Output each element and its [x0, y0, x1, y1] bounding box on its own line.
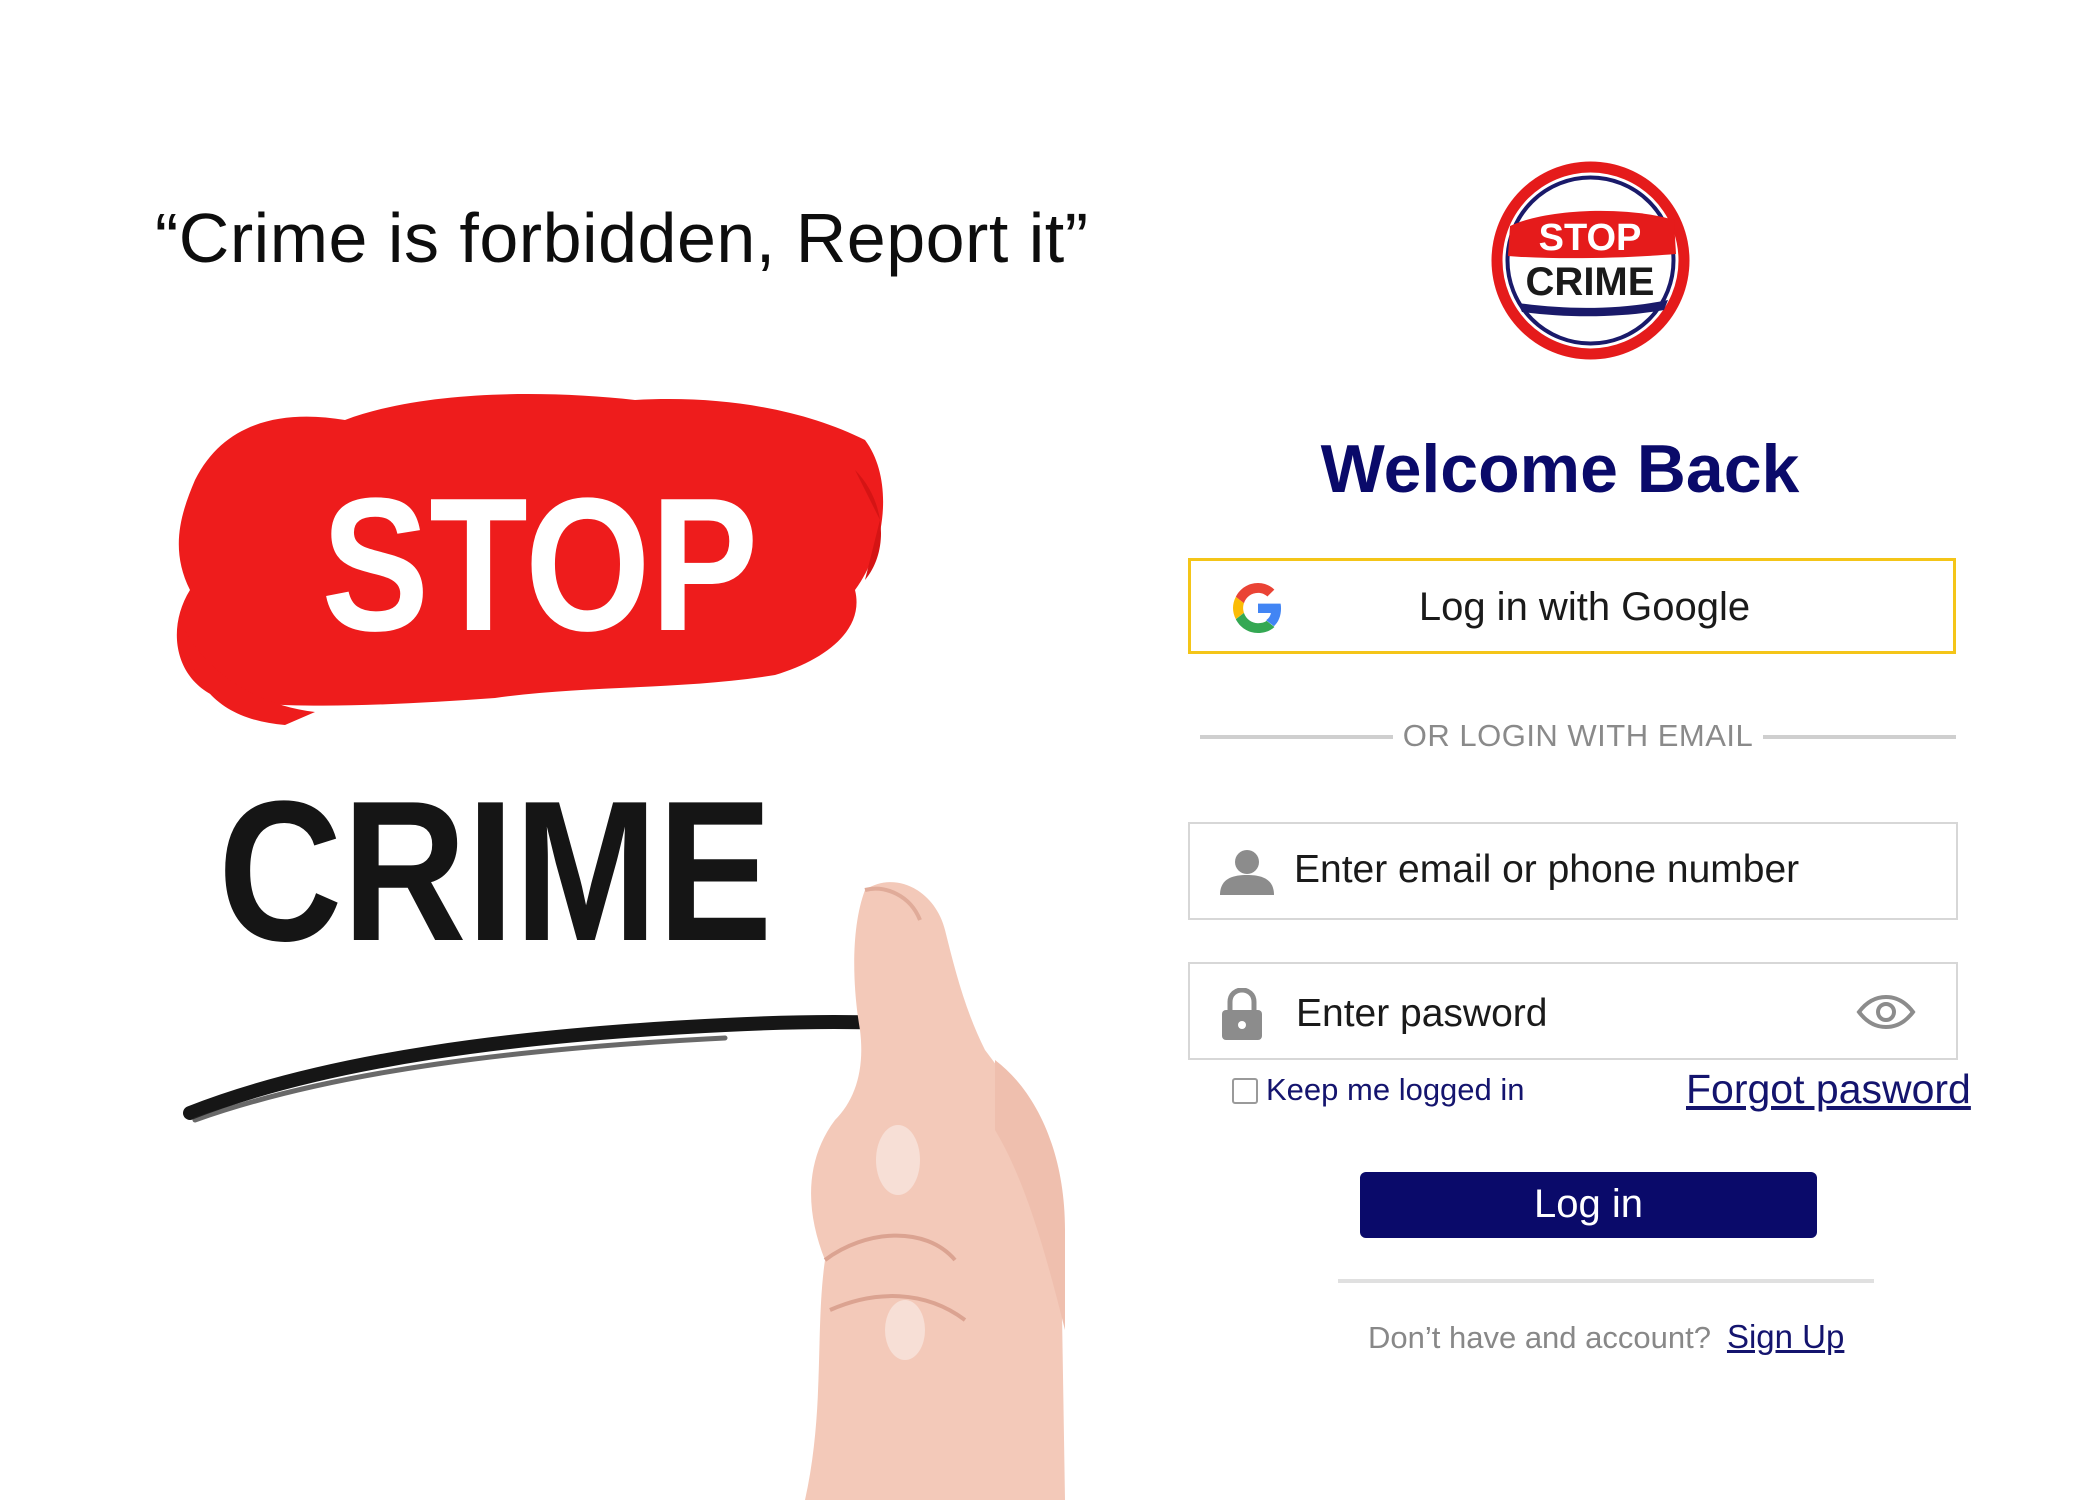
- keep-logged-in-checkbox[interactable]: [1232, 1078, 1258, 1104]
- illustration-stop-text: STOP: [321, 459, 758, 671]
- login-button-label: Log in: [1534, 1182, 1643, 1226]
- signup-row: Don’t have and account? Sign Up: [1368, 1318, 1844, 1356]
- google-login-label: Log in with Google: [1418, 585, 1751, 629]
- lock-icon: [1222, 988, 1262, 1040]
- page-title: Welcome Back: [1320, 431, 1800, 507]
- bottom-divider: [1338, 1279, 1874, 1283]
- signup-question: Don’t have and account?: [1368, 1320, 1711, 1355]
- keep-logged-in-label: Keep me logged in: [1266, 1072, 1525, 1107]
- logo-stop-text: STOP: [1539, 217, 1642, 259]
- illustration-crime-text: CRIME: [218, 759, 772, 983]
- email-placeholder: Enter email or phone number: [1294, 848, 1800, 891]
- signup-link[interactable]: Sign Up: [1727, 1318, 1844, 1355]
- logo-crime-text: CRIME: [1526, 260, 1655, 304]
- eye-icon[interactable]: [1856, 994, 1916, 1030]
- email-field[interactable]: Enter email or phone number: [1188, 822, 1958, 920]
- divider-text: OR LOGIN WITH EMAIL: [1392, 718, 1764, 753]
- google-login-button[interactable]: Log in with Google: [1188, 558, 1956, 654]
- password-placeholder: Enter pasword: [1296, 992, 1548, 1035]
- slogan-text: “Crime is forbidden, Report it”: [155, 199, 1089, 277]
- or-divider: OR LOGIN WITH EMAIL: [1200, 718, 1956, 754]
- login-button[interactable]: Log in: [1360, 1172, 1817, 1238]
- password-field[interactable]: Enter pasword: [1188, 962, 1958, 1060]
- stop-crime-logo: STOP CRIME: [1491, 161, 1690, 360]
- user-icon: [1220, 850, 1274, 895]
- stop-crime-illustration: STOP CRIME: [176, 394, 1065, 1500]
- forgot-password-link[interactable]: Forgot pasword: [1686, 1066, 1971, 1113]
